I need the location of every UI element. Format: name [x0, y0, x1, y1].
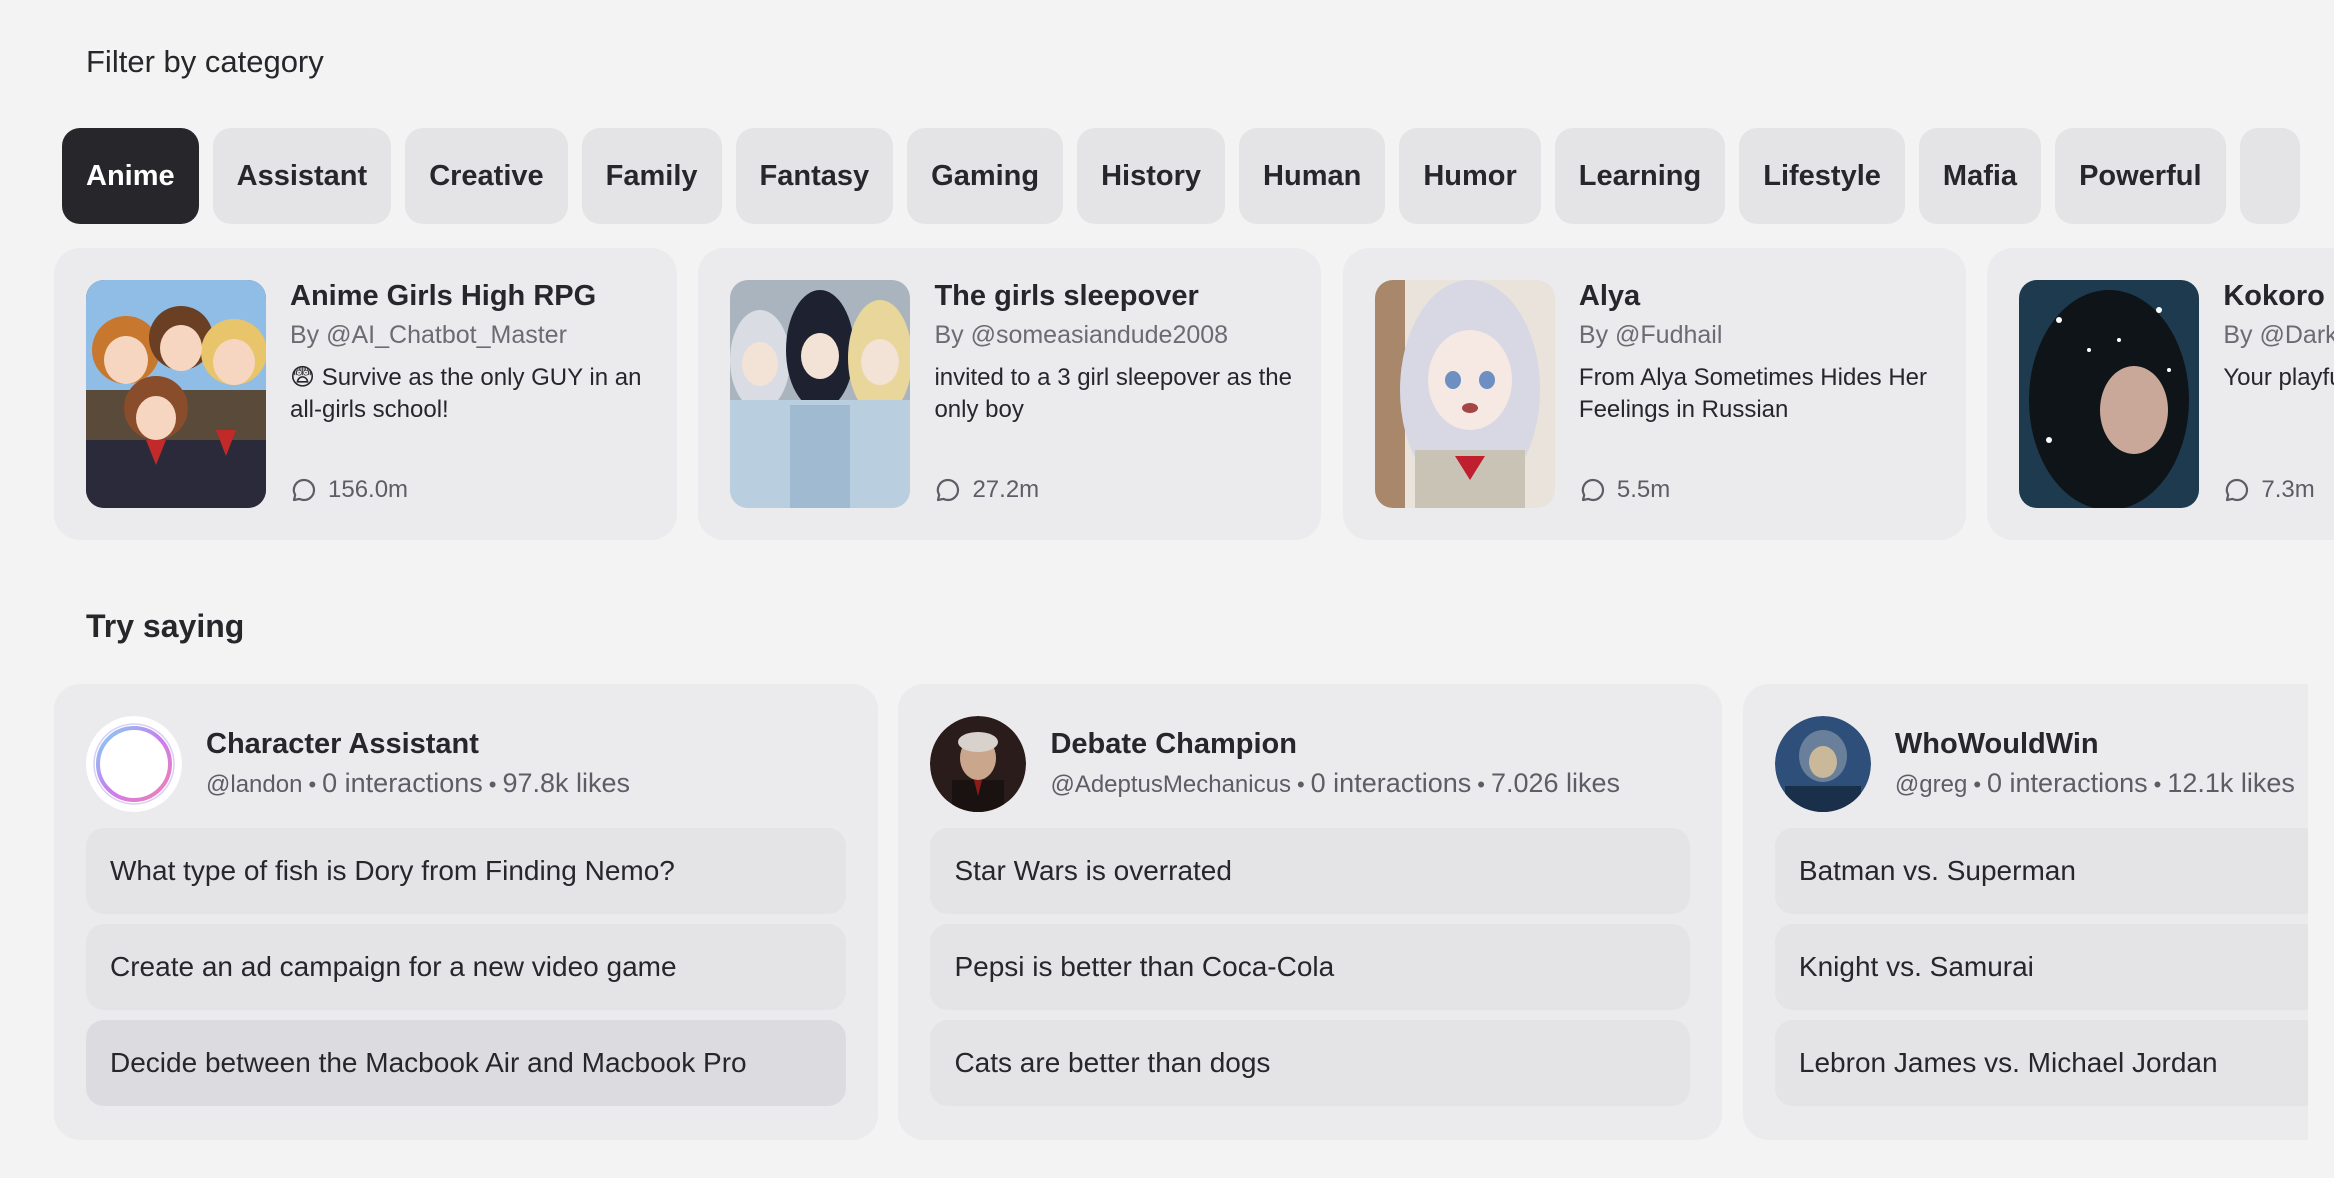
- avatar[interactable]: [1774, 716, 1871, 812]
- chip-gaming[interactable]: Gaming: [907, 128, 1064, 224]
- chip-lifestyle[interactable]: Lifestyle: [1739, 128, 1905, 224]
- panel-character-name[interactable]: WhoWouldWin: [1895, 728, 2099, 761]
- suggestion-panel: Debate Champion @AdeptusMechanicus • 0 int…: [898, 684, 1723, 1140]
- character-thumbnail: [1374, 280, 1555, 508]
- character-description: Your playfu: [2223, 364, 2334, 391]
- likes-count: 7.026 likes: [1490, 768, 1621, 798]
- character-cards: Anime Girls High RPG By @AI_Chatbot_Mast…: [54, 248, 2334, 540]
- character-thumbnail: [86, 280, 266, 508]
- character-title: Alya: [1578, 280, 1641, 312]
- suggestion-prompt[interactable]: What type of fish is Dory from Finding N…: [86, 828, 846, 914]
- panel-handle[interactable]: @landon: [206, 771, 302, 798]
- panel-handle[interactable]: @greg: [1895, 771, 1967, 798]
- character-card[interactable]: Kokoro By @Dark8 Your playfu 7.3m: [1987, 248, 2334, 540]
- character-author: By @Dark8: [2223, 321, 2334, 349]
- character-author: By @Fudhail: [1578, 321, 1723, 349]
- filter-title: Filter by category: [86, 44, 324, 79]
- chip-human[interactable]: Human: [1239, 128, 1386, 224]
- suggestion-prompt[interactable]: Decide between the Macbook Air and Macbo…: [86, 1020, 846, 1106]
- panel-meta: @landon • 0 interactions • 97.8k likes: [206, 768, 631, 798]
- character-title: Anime Girls High RPG: [290, 280, 597, 312]
- category-chips: Anime Assistant Creative Family Fantasy Gamin…: [62, 128, 2334, 224]
- character-description: 😨 Survive as the only GUY in an all-girl…: [290, 364, 642, 423]
- character-card[interactable]: Anime Girls High RPG By @AI_Chatbot_Mast…: [54, 248, 677, 540]
- likes-count: 97.8k likes: [502, 768, 631, 798]
- chip-powerful[interactable]: Powerful: [2055, 128, 2226, 224]
- chat-count: 5.5m: [1579, 476, 1670, 504]
- character-description: From Alya Sometimes Hides Her Feelings i…: [1578, 364, 1927, 423]
- character-card[interactable]: The girls sleepover By @someasiandude200…: [698, 248, 1322, 540]
- chat-count: 156.0m: [290, 476, 408, 504]
- suggestion-prompt[interactable]: Lebron James vs. Michael Jordan: [1774, 1020, 2308, 1106]
- character-thumbnail: [730, 280, 911, 508]
- chip-family[interactable]: Family: [581, 128, 722, 224]
- likes-count: 12.1k likes: [2167, 768, 2295, 798]
- interactions-count: 0 interactions: [1310, 768, 1472, 798]
- interactions-count: 0 interactions: [1987, 768, 2148, 798]
- speech-bubble-icon: [937, 478, 960, 502]
- try-saying-panels: Character Assistant @landon • 0 interactio…: [54, 684, 2308, 1140]
- suggestion-prompt[interactable]: Star Wars is overrated: [930, 828, 1691, 914]
- suggestion-prompt[interactable]: Pepsi is better than Coca-Cola: [930, 924, 1691, 1010]
- suggestion-prompt[interactable]: Batman vs. Superman: [1774, 828, 2308, 914]
- character-title: Kokoro: [2223, 280, 2325, 312]
- chip-humor[interactable]: Humor: [1399, 128, 1541, 224]
- chip-anime[interactable]: Anime: [62, 128, 199, 224]
- chat-count-value: 7.3m: [2261, 476, 2315, 503]
- panel-meta: @AdeptusMechanicus • 0 interactions • 7.026 …: [1050, 768, 1621, 798]
- chip-mafia[interactable]: Mafia: [1918, 128, 2042, 224]
- suggestion-panel: WhoWouldWin @greg • 0 interactions • 12.1k l…: [1742, 684, 2308, 1140]
- try-saying-title: Try saying: [86, 608, 245, 644]
- chat-count-value: 5.5m: [1616, 476, 1671, 503]
- character-thumbnail: [2019, 280, 2200, 508]
- chat-count-value: 27.2m: [972, 476, 1040, 503]
- chat-count-value: 156.0m: [328, 476, 409, 503]
- chip-history[interactable]: History: [1077, 128, 1226, 224]
- suggestion-panel: Character Assistant @landon • 0 interactio…: [54, 684, 878, 1140]
- suggestion-prompt[interactable]: Knight vs. Samurai: [1774, 924, 2308, 1010]
- interactions-count: 0 interactions: [322, 768, 483, 798]
- panel-handle[interactable]: @AdeptusMechanicus: [1050, 771, 1291, 798]
- speech-bubble-icon: [1581, 478, 1604, 502]
- panel-meta: @greg • 0 interactions • 12.1k likes: [1894, 768, 2295, 798]
- chip-assistant[interactable]: Assistant: [212, 128, 392, 224]
- chip-learning[interactable]: Learning: [1554, 128, 1726, 224]
- speech-bubble-icon: [292, 478, 316, 502]
- chat-count: 7.3m: [2223, 476, 2315, 504]
- character-author: By @AI_Chatbot_Master: [290, 321, 567, 349]
- character-card[interactable]: Alya By @Fudhail From Alya Sometimes Hid…: [1342, 248, 1966, 540]
- suggestion-prompt[interactable]: Create an ad campaign for a new video ga…: [86, 924, 846, 1010]
- chip-creative[interactable]: Creative: [405, 128, 568, 224]
- chip-more[interactable]: [2239, 128, 2300, 224]
- character-description: invited to a 3 girl sleepover as the onl…: [934, 364, 1292, 423]
- character-title: The girls sleepover: [934, 280, 1199, 312]
- chip-fantasy[interactable]: Fantasy: [735, 128, 894, 224]
- chat-count: 27.2m: [934, 476, 1039, 504]
- character-author: By @someasiandude2008: [934, 321, 1229, 349]
- speech-bubble-icon: [2226, 478, 2249, 502]
- suggestion-prompt[interactable]: Cats are better than dogs: [930, 1020, 1691, 1106]
- avatar[interactable]: [86, 716, 182, 812]
- avatar[interactable]: [930, 716, 1027, 812]
- panel-character-name[interactable]: Character Assistant: [206, 728, 479, 761]
- panel-character-name[interactable]: Debate Champion: [1050, 728, 1297, 761]
